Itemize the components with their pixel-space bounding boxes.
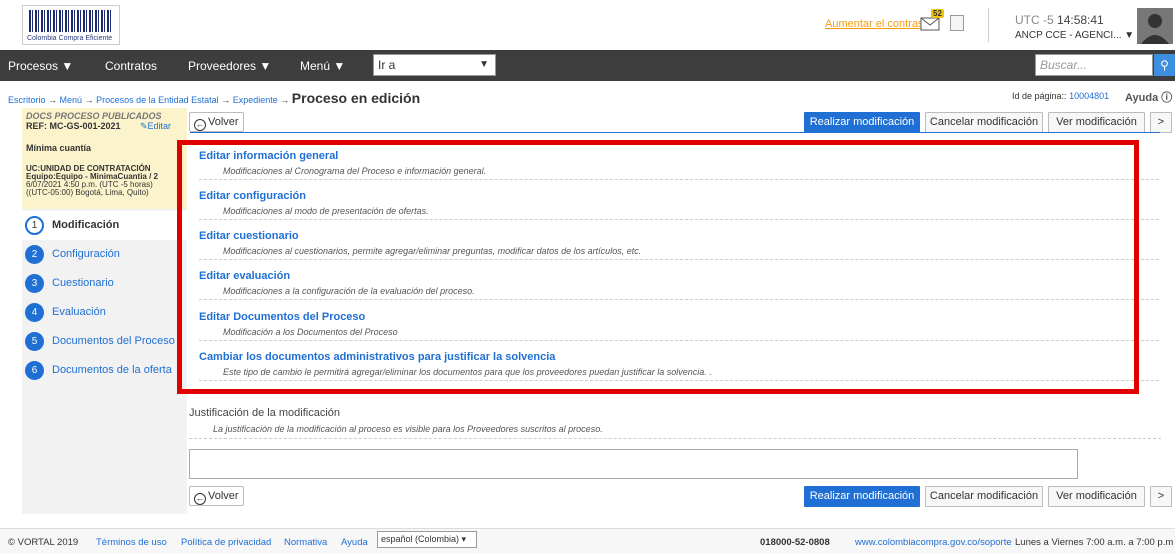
step-number: 6 — [25, 361, 44, 380]
support-hours: Lunes a Viernes 7:00 a.m. a 7:00 p.m — [1015, 537, 1174, 548]
copyright: © VORTAL 2019 — [8, 537, 79, 548]
footer-link-ayuda[interactable]: Ayuda — [341, 537, 368, 548]
user-avatar[interactable] — [1137, 8, 1173, 44]
submit-modification-button[interactable]: Realizar modificación — [804, 112, 920, 133]
mail-count-badge: 52 — [931, 9, 944, 18]
main-navbar: Procesos ▼ Contratos Proveedores ▼ Menú … — [0, 50, 1175, 81]
process-type: Mínima cuantía — [26, 143, 92, 153]
step-cuestionario[interactable]: 3 Cuestionario — [22, 269, 187, 298]
chevron-down-icon: ▼ — [479, 59, 489, 70]
back-label: Volver — [208, 116, 239, 128]
step-label: Evaluación — [52, 306, 106, 318]
crumb-menu[interactable]: Menú — [60, 95, 83, 105]
barcode-logo-icon — [29, 10, 113, 32]
content-divider — [190, 132, 1160, 133]
page-id-value[interactable]: 10004801 — [1069, 91, 1109, 101]
goto-select[interactable]: Ir a ▼ — [373, 54, 496, 76]
more-button[interactable]: > — [1150, 112, 1172, 133]
step-label: Modificación — [52, 219, 120, 231]
clock: UTC -5 14:58:41 — [1015, 13, 1104, 27]
back-button-bottom[interactable]: ← Volver — [189, 486, 244, 506]
submit-modification-button-bottom[interactable]: Realizar modificación — [804, 486, 920, 507]
step-documentos-proceso[interactable]: 5 Documentos del Proceso — [22, 327, 187, 356]
step-number: 4 — [25, 303, 44, 322]
timezone-label: UTC -5 — [1015, 13, 1054, 27]
crumb-arrow: → — [280, 95, 290, 105]
process-ref: REF: MC-GS-001-2021 — [26, 121, 121, 131]
colombia-compra-logo[interactable]: Colombia Compra Eficiente — [22, 5, 120, 45]
edit-link[interactable]: ✎Editar — [140, 121, 171, 132]
goto-value: Ir a — [378, 58, 396, 72]
time-label: 14:58:41 — [1057, 13, 1104, 27]
step-number: 2 — [25, 245, 44, 264]
crumb-procesos[interactable]: Procesos de la Entidad Estatal — [96, 95, 219, 105]
document-icon[interactable] — [950, 15, 964, 31]
back-label: Volver — [208, 490, 239, 502]
cancel-modification-button-bottom[interactable]: Cancelar modificación — [925, 486, 1043, 507]
page-id-label: Id de página:: — [1012, 91, 1067, 101]
arrow-left-icon: ← — [194, 119, 206, 131]
cancel-modification-button[interactable]: Cancelar modificación — [925, 112, 1043, 133]
crumb-arrow: → — [48, 95, 58, 105]
footer: © VORTAL 2019 Términos de uso Política d… — [0, 528, 1175, 554]
nav-contratos[interactable]: Contratos — [105, 59, 157, 73]
search-icon[interactable]: ⚲ — [1154, 54, 1175, 76]
step-number: 1 — [25, 216, 44, 235]
step-configuracion[interactable]: 2 Configuración — [22, 240, 187, 269]
step-number: 5 — [25, 332, 44, 351]
search-input[interactable]: Buscar... — [1035, 54, 1153, 76]
support-phone: 018000-52-0808 — [760, 537, 830, 548]
arrow-left-icon: ← — [194, 493, 206, 505]
back-button[interactable]: ← Volver — [189, 112, 244, 132]
help-icon: ⓘ — [1161, 92, 1173, 104]
step-documentos-oferta[interactable]: 6 Documentos de la oferta — [22, 356, 187, 385]
page-title: Proceso en edición — [291, 90, 421, 106]
highlight-box — [177, 140, 1139, 394]
justification-textarea[interactable] — [189, 449, 1078, 479]
step-label: Documentos de la oferta — [52, 364, 172, 376]
footer-link-normativa[interactable]: Normativa — [284, 537, 327, 548]
header-divider — [988, 8, 989, 42]
step-label: Cuestionario — [52, 277, 114, 289]
agency-selector[interactable]: ANCP CCE - AGENCI... ▼ — [1015, 30, 1134, 41]
timezone: ((UTC-05:00) Bogotá, Lima, Quito) — [26, 188, 149, 197]
process-status: DOCS PROCESO PUBLICADOS — [26, 111, 162, 121]
help-label: Ayuda — [1125, 92, 1159, 104]
language-select[interactable]: español (Colombia) ▾ — [377, 531, 477, 548]
edit-label: Editar — [147, 121, 172, 131]
page-id: Id de página:: 10004801 — [1012, 91, 1109, 101]
view-modification-button[interactable]: Ver modificación — [1048, 112, 1145, 133]
step-number: 3 — [25, 274, 44, 293]
step-label: Documentos del Proceso — [52, 335, 175, 347]
pencil-icon: ✎ — [140, 121, 148, 131]
logo-text: Colombia Compra Eficiente — [27, 35, 113, 42]
crumb-arrow: → — [221, 95, 231, 105]
sidebar: DOCS PROCESO PUBLICADOS REF: MC-GS-001-2… — [22, 108, 187, 514]
crumb-expediente[interactable]: Expediente — [233, 95, 278, 105]
crumb-arrow: → — [84, 95, 94, 105]
nav-proveedores[interactable]: Proveedores ▼ — [188, 59, 271, 73]
support-link[interactable]: www.colombiacompra.gov.co/soporte — [855, 537, 1012, 548]
help-button[interactable]: Ayuda ⓘ — [1125, 89, 1172, 105]
breadcrumb: Escritorio → Menú → Procesos de la Entid… — [8, 90, 420, 106]
justification-divider — [189, 438, 1161, 439]
justification-desc: La justificación de la modificación al p… — [213, 424, 603, 434]
nav-menu[interactable]: Menú ▼ — [300, 59, 345, 73]
process-info-box: DOCS PROCESO PUBLICADOS REF: MC-GS-001-2… — [22, 108, 187, 209]
view-modification-button-bottom[interactable]: Ver modificación — [1048, 486, 1145, 507]
step-label: Configuración — [52, 248, 120, 260]
more-button-bottom[interactable]: > — [1150, 486, 1172, 507]
justification-title: Justificación de la modificación — [189, 407, 341, 419]
nav-procesos[interactable]: Procesos ▼ — [8, 59, 73, 73]
footer-link-privacidad[interactable]: Política de privacidad — [181, 537, 271, 548]
crumb-escritorio[interactable]: Escritorio — [8, 95, 46, 105]
step-modificacion[interactable]: 1 Modificación — [22, 211, 187, 240]
contrast-link[interactable]: Aumentar el contraste — [825, 18, 933, 30]
top-header: Colombia Compra Eficiente Aumentar el co… — [0, 0, 1175, 50]
step-evaluacion[interactable]: 4 Evaluación — [22, 298, 187, 327]
footer-link-terminos[interactable]: Términos de uso — [96, 537, 167, 548]
